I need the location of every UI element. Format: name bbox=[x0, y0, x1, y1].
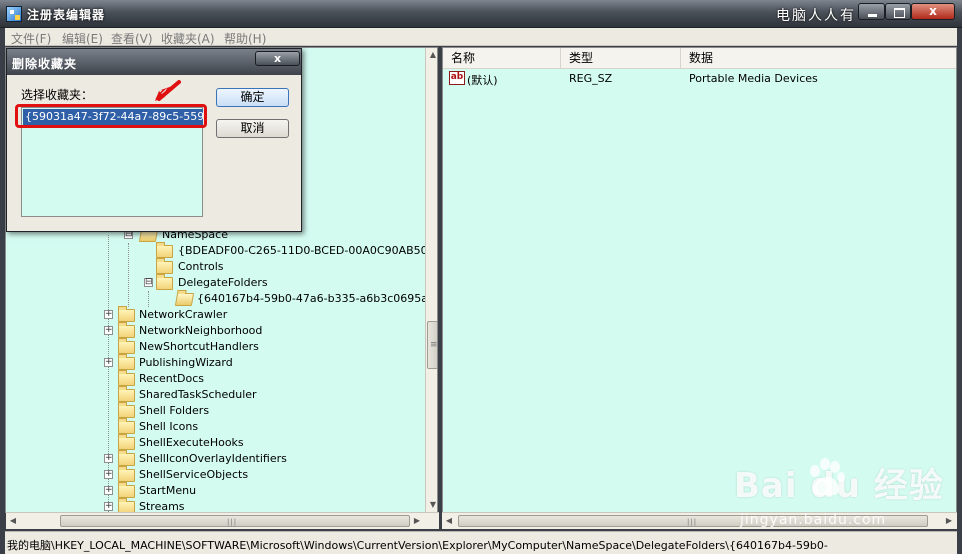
window-title: 注册表编辑器 bbox=[27, 8, 106, 22]
folder-icon bbox=[156, 258, 173, 274]
value-data: Portable Media Devices bbox=[689, 72, 818, 85]
tree-node-label: {640167b4-59b0-47a6-b335-a6b3c0695aea} bbox=[197, 292, 438, 305]
tree-node-label: StartMenu bbox=[139, 484, 197, 497]
tree-node-label: Shell Icons bbox=[139, 420, 199, 433]
tree-guide-line bbox=[148, 291, 149, 307]
tree-horizontal-scrollbar[interactable]: ◀ ||| ▶ bbox=[6, 512, 439, 529]
scroll-right-icon[interactable]: ▶ bbox=[410, 513, 424, 529]
scroll-left-icon[interactable]: ◀ bbox=[6, 513, 20, 529]
folder-icon bbox=[118, 466, 135, 482]
dialog-title-bar: 删除收藏夹 x bbox=[7, 49, 301, 75]
author-watermark: 电脑人人有 bbox=[776, 8, 856, 24]
value-type: REG_SZ bbox=[569, 72, 613, 85]
scroll-grip-icon: ||| bbox=[227, 518, 238, 526]
folder-icon bbox=[118, 354, 135, 370]
folder-icon bbox=[156, 274, 173, 290]
folder-icon bbox=[118, 338, 135, 354]
expand-icon[interactable]: + bbox=[104, 502, 113, 511]
folder-icon bbox=[118, 434, 135, 450]
close-icon: x bbox=[929, 4, 937, 18]
collapse-icon[interactable]: ⊟ bbox=[144, 278, 153, 287]
scroll-up-icon[interactable]: ▲ bbox=[426, 48, 437, 62]
cancel-button[interactable]: 取消 bbox=[216, 119, 289, 138]
scroll-down-icon[interactable]: ▼ bbox=[426, 498, 437, 512]
close-icon: x bbox=[273, 52, 282, 65]
folder-icon bbox=[118, 370, 135, 386]
menu-edit[interactable]: 编辑(E) bbox=[62, 30, 103, 47]
red-highlight-box bbox=[15, 104, 207, 128]
expand-icon[interactable]: + bbox=[104, 310, 113, 319]
value-name: (默认) bbox=[467, 74, 498, 87]
expand-icon[interactable]: + bbox=[104, 486, 113, 495]
tree-node-label: SharedTaskScheduler bbox=[139, 388, 257, 401]
expand-icon[interactable]: + bbox=[104, 358, 113, 367]
tree-node-label: RecentDocs bbox=[139, 372, 204, 385]
list-item[interactable]: ab (默认) REG_SZ Portable Media Devices bbox=[443, 70, 956, 88]
expand-icon[interactable]: + bbox=[104, 454, 113, 463]
column-header-type[interactable]: 类型 bbox=[561, 48, 681, 69]
tree-vertical-scrollbar[interactable]: ▲ ≡ ▼ bbox=[425, 48, 438, 512]
close-window-button[interactable]: x bbox=[911, 3, 955, 20]
scroll-grip-icon: ||| bbox=[687, 518, 698, 526]
column-header-name[interactable]: 名称 bbox=[443, 48, 561, 69]
string-value-icon: ab bbox=[449, 71, 465, 85]
menu-help[interactable]: 帮助(H) bbox=[224, 30, 266, 47]
delete-favorites-dialog: 删除收藏夹 x 选择收藏夹： {59031a47-3f72-44a7-89c5-… bbox=[6, 48, 302, 232]
tree-node-label: ShellServiceObjects bbox=[139, 468, 249, 481]
tree-node-label: PublishingWizard bbox=[139, 356, 233, 369]
menu-favorites[interactable]: 收藏夹(A) bbox=[161, 30, 215, 47]
window-frame-right bbox=[957, 28, 962, 554]
tree-node-label: ShellExecuteHooks bbox=[139, 436, 244, 449]
menu-bar: 文件(F) 编辑(E) 查看(V) 收藏夹(A) 帮助(H) bbox=[5, 28, 957, 46]
tree-guide-line bbox=[128, 243, 129, 307]
tree-node-label: {BDEADF00-C265-11D0-BCED-00A0C90AB50F} bbox=[178, 244, 438, 257]
folder-open-icon bbox=[174, 293, 195, 306]
dialog-close-button[interactable]: x bbox=[255, 51, 300, 66]
tree-node-label: NetworkCrawler bbox=[139, 308, 228, 321]
registry-path: 我的电脑\HKEY_LOCAL_MACHINE\SOFTWARE\Microso… bbox=[7, 539, 828, 552]
menu-view[interactable]: 查看(V) bbox=[111, 30, 153, 47]
scroll-left-icon[interactable]: ◀ bbox=[442, 513, 456, 529]
folder-icon bbox=[156, 242, 173, 258]
title-bar: 注册表编辑器 电脑人人有 x bbox=[0, 0, 962, 28]
maximize-button[interactable] bbox=[885, 3, 911, 20]
regedit-app-icon bbox=[6, 6, 22, 22]
status-bar: 我的电脑\HKEY_LOCAL_MACHINE\SOFTWARE\Microso… bbox=[5, 531, 957, 554]
tree-node-label: Controls bbox=[178, 260, 224, 273]
ok-button[interactable]: 确定 bbox=[216, 88, 289, 107]
dialog-title: 删除收藏夹 bbox=[12, 57, 78, 71]
tree-node-label: DelegateFolders bbox=[178, 276, 268, 289]
tree-node-label: NetworkNeighborhood bbox=[139, 324, 263, 337]
baidu-url: jingyan.baidu.com bbox=[740, 512, 887, 528]
folder-icon bbox=[118, 418, 135, 434]
tree-node-label: NewShortcutHandlers bbox=[139, 340, 259, 353]
tree-hscroll-thumb[interactable]: ||| bbox=[60, 515, 410, 527]
baidu-paw-icon bbox=[810, 458, 845, 496]
select-favorite-label: 选择收藏夹： bbox=[21, 88, 94, 102]
scroll-right-icon[interactable]: ▶ bbox=[942, 513, 956, 529]
column-header-data[interactable]: 数据 bbox=[681, 48, 956, 69]
folder-icon bbox=[118, 306, 135, 322]
tree-node-label: ShellIconOverlayIdentifiers bbox=[139, 452, 287, 465]
minimize-button[interactable] bbox=[858, 3, 885, 20]
expand-icon[interactable]: + bbox=[104, 326, 113, 335]
list-header: 名称 类型 数据 bbox=[443, 48, 956, 69]
folder-icon bbox=[118, 386, 135, 402]
registry-values-pane[interactable]: 名称 类型 数据 ab (默认) REG_SZ Portable Media D… bbox=[442, 47, 957, 513]
folder-icon bbox=[118, 482, 135, 498]
tree-scroll-thumb[interactable]: ≡ bbox=[427, 321, 438, 369]
folder-icon bbox=[118, 402, 135, 418]
tree-node-label: Shell Folders bbox=[139, 404, 210, 417]
scroll-grip-icon: ≡ bbox=[430, 340, 438, 350]
expand-icon[interactable]: + bbox=[104, 470, 113, 479]
red-arrow-icon bbox=[155, 80, 181, 101]
folder-icon bbox=[118, 322, 135, 338]
folder-icon bbox=[118, 450, 135, 466]
menu-file[interactable]: 文件(F) bbox=[11, 30, 51, 47]
